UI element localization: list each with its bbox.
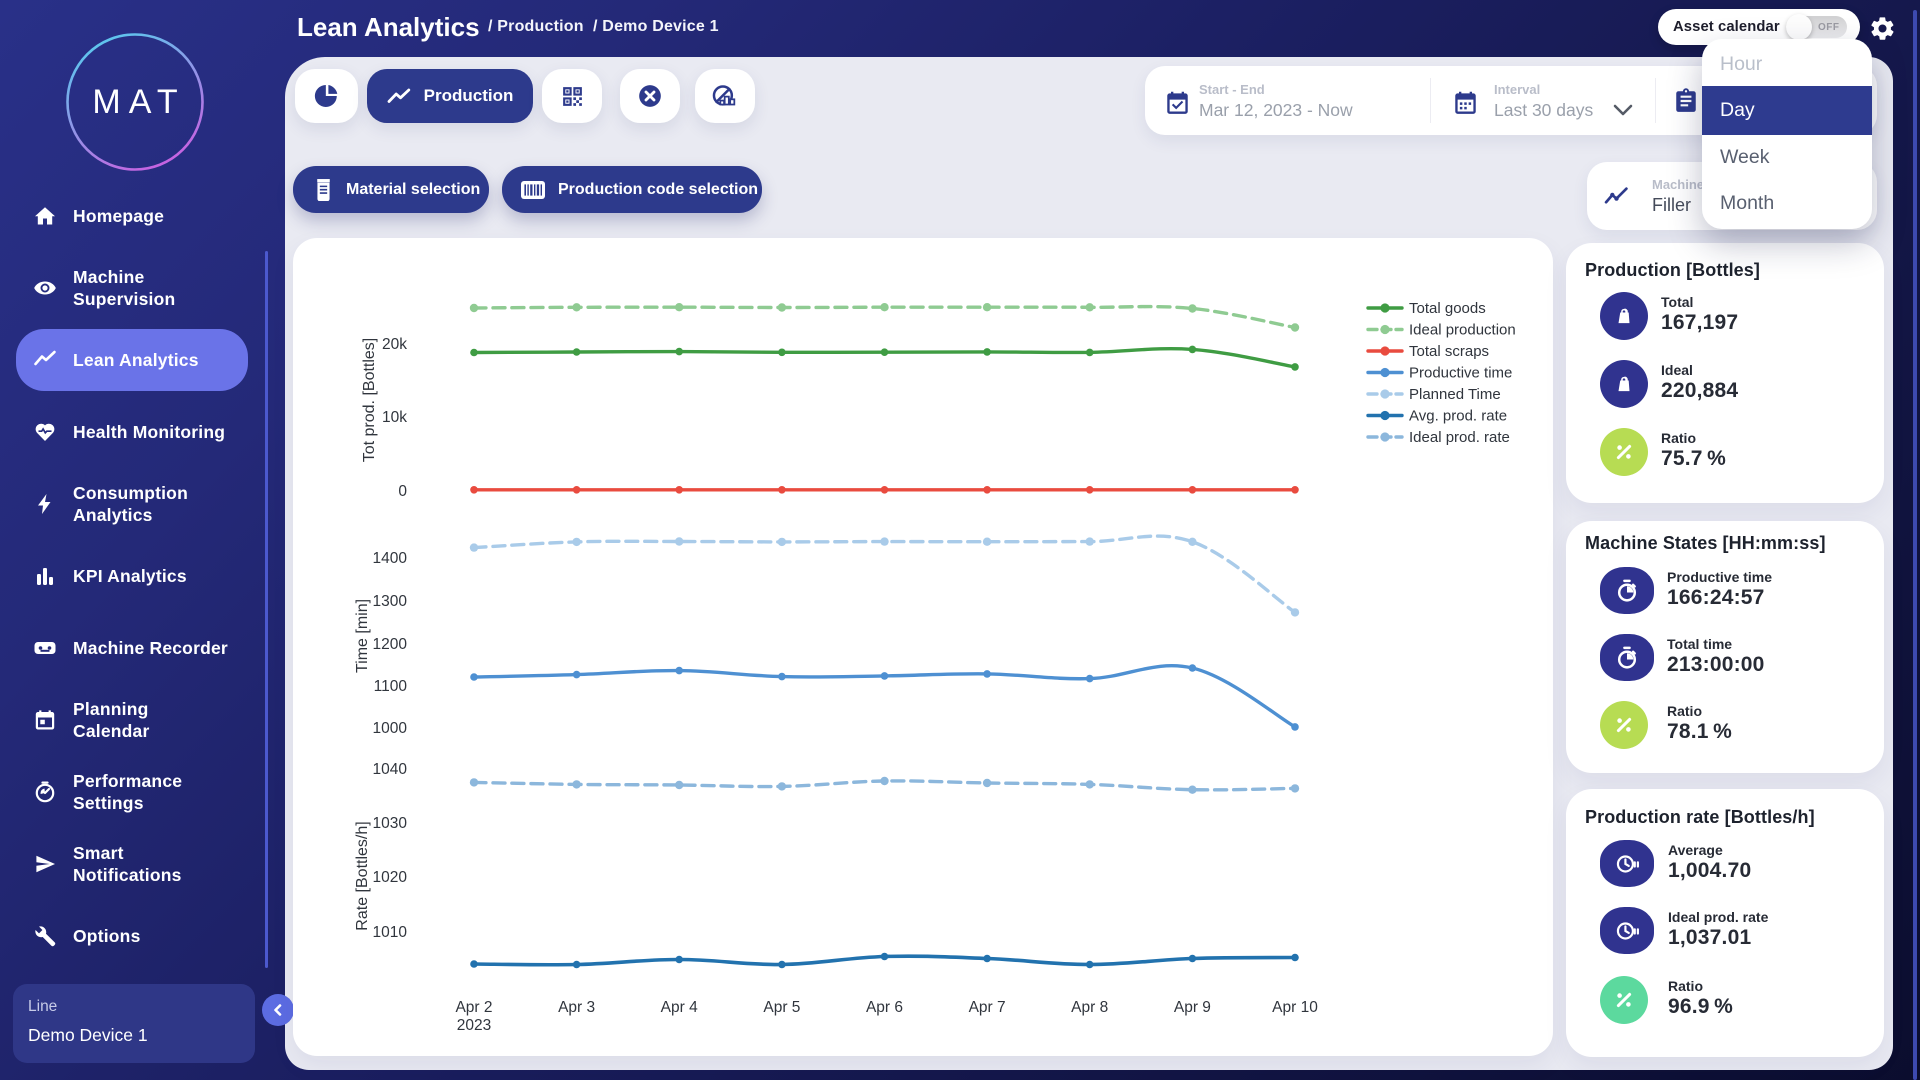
svg-text:Rate [Bottles/h]: Rate [Bottles/h]	[354, 821, 371, 930]
svg-text:Apr 3: Apr 3	[558, 999, 595, 1016]
svg-text:Apr 8: Apr 8	[1071, 999, 1108, 1016]
svg-text:0: 0	[398, 483, 407, 500]
svg-text:Apr 7: Apr 7	[969, 999, 1006, 1016]
svg-text:Apr 6: Apr 6	[866, 999, 903, 1016]
svg-text:Tot prod. [Bottles]: Tot prod. [Bottles]	[361, 338, 378, 463]
svg-text:Ideal production: Ideal production	[1409, 322, 1516, 339]
svg-text:Planned Time: Planned Time	[1409, 386, 1501, 403]
svg-text:1040: 1040	[373, 761, 408, 778]
svg-text:Avg. prod. rate: Avg. prod. rate	[1409, 408, 1507, 425]
svg-text:1400: 1400	[373, 550, 408, 567]
svg-text:Apr 10: Apr 10	[1272, 999, 1318, 1016]
svg-text:Ideal prod. rate: Ideal prod. rate	[1409, 429, 1510, 446]
svg-text:1300: 1300	[373, 593, 408, 610]
svg-text:Productive time: Productive time	[1409, 365, 1512, 382]
svg-text:1030: 1030	[373, 815, 408, 832]
svg-text:1000: 1000	[373, 720, 408, 737]
svg-text:Total scraps: Total scraps	[1409, 343, 1489, 360]
svg-text:1020: 1020	[373, 869, 408, 886]
svg-text:Total goods: Total goods	[1409, 300, 1486, 317]
svg-text:1010: 1010	[373, 924, 408, 941]
svg-text:20k: 20k	[382, 336, 407, 353]
svg-text:Apr 9: Apr 9	[1174, 999, 1211, 1016]
svg-text:Apr 4: Apr 4	[661, 999, 698, 1016]
svg-text:2023: 2023	[457, 1017, 491, 1034]
svg-text:10k: 10k	[382, 409, 407, 426]
svg-text:1100: 1100	[374, 678, 408, 695]
svg-text:Apr 2: Apr 2	[455, 999, 492, 1016]
svg-text:Apr 5: Apr 5	[763, 999, 800, 1016]
svg-text:Time [min]: Time [min]	[354, 599, 371, 673]
svg-text:1200: 1200	[373, 636, 408, 653]
